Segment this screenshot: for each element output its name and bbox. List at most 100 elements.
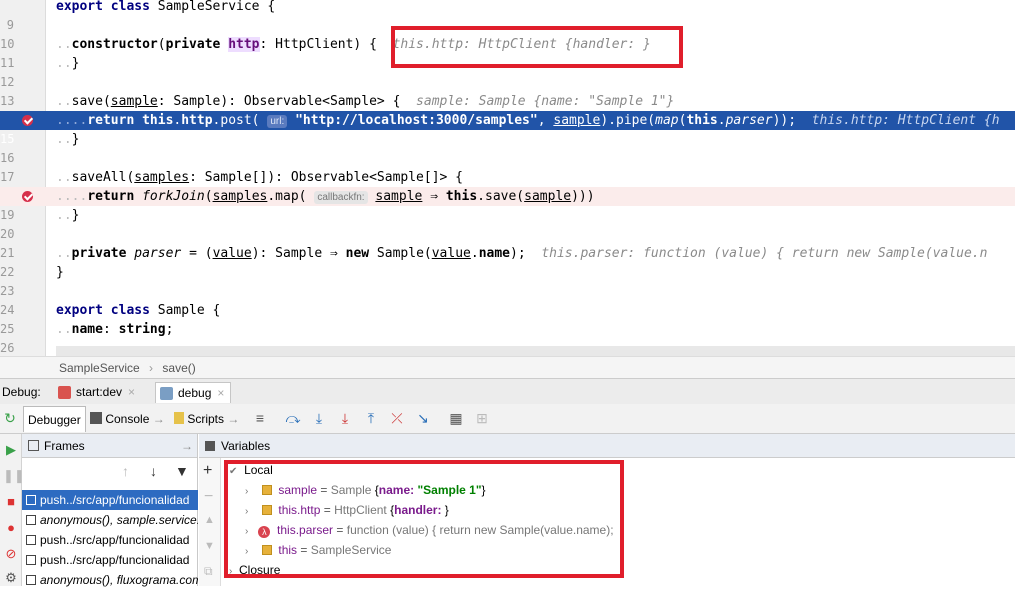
annotation-box xyxy=(224,460,624,578)
copy-icon[interactable]: ⧉ xyxy=(204,564,213,579)
code-line: 16 ..} xyxy=(0,130,1015,165)
variables-actions-strip: + − ▲ ▼ ⧉ xyxy=(199,458,221,586)
evaluate-icon[interactable]: ▦ xyxy=(448,410,464,426)
code-line: 18 ..saveAll(samples: Sample[]): Observa… xyxy=(0,168,1015,203)
frame-item[interactable]: anonymous(), fluxograma.com xyxy=(22,570,198,590)
trace-icon[interactable]: ⊞ xyxy=(474,410,490,426)
frame-label: push../src/app/funcionalidad xyxy=(40,553,190,567)
filter-icon[interactable]: ▼ xyxy=(175,463,189,479)
arrow-up-icon[interactable]: ↑ xyxy=(122,463,129,479)
npm-icon xyxy=(58,386,71,399)
inline-value-hint: sample: Sample {name: "Sample 1"} xyxy=(416,94,675,109)
code-line: 26 ..name: string; xyxy=(0,320,1015,355)
drop-frame-icon[interactable]: ⤫ xyxy=(389,410,405,426)
rerun-icon[interactable]: ↻ xyxy=(2,410,18,426)
frames-icon xyxy=(28,440,39,451)
close-icon[interactable]: × xyxy=(217,386,224,400)
pin-icon[interactable]: → xyxy=(181,434,193,458)
step-into-icon[interactable]: ⤓ xyxy=(311,410,327,426)
breadcrumb-item[interactable]: save() xyxy=(162,361,195,375)
scripts-icon xyxy=(174,412,184,424)
mute-breakpoints-icon[interactable]: ⊘ xyxy=(3,546,19,562)
frames-toolbar: ↑ ↓ ▼ xyxy=(22,458,198,486)
resume-icon[interactable]: ▶ xyxy=(3,442,19,458)
menu-icon[interactable]: ≡ xyxy=(252,410,268,426)
code-line: 9 export class SampleService { xyxy=(0,0,1015,32)
tab-label: start:dev xyxy=(76,385,123,399)
frame-label: push../src/app/funcionalidad xyxy=(40,533,190,547)
variables-icon xyxy=(205,441,215,451)
annotation-box xyxy=(391,26,683,68)
frame-icon xyxy=(26,555,36,565)
debug-tool-window-bar: Debug: start:dev × debug × xyxy=(0,378,1015,404)
frame-item[interactable]: anonymous(), sample.service. xyxy=(22,510,198,530)
stop-icon[interactable]: ■ xyxy=(3,494,19,510)
move-up-icon[interactable]: ▲ xyxy=(204,514,215,526)
frame-label: anonymous(), sample.service. xyxy=(40,513,198,527)
frames-header: Frames → xyxy=(22,434,197,458)
force-step-into-icon[interactable]: ⤓ xyxy=(337,410,353,426)
inline-value-hint: this.parser: function (value) { return n… xyxy=(541,246,988,261)
frame-icon xyxy=(26,575,36,585)
variables-panel: Variables + − ▲ ▼ ⧉ ✔ Local › sample = S… xyxy=(199,434,1015,586)
console-icon xyxy=(90,412,102,424)
settings-icon[interactable]: ⚙ xyxy=(3,570,19,586)
current-execution-line: 15 ....return this.http.post( url: "http… xyxy=(0,111,1015,146)
tab-label: debug xyxy=(178,386,212,400)
tab-console[interactable]: Console → xyxy=(86,406,169,432)
tab-debugger[interactable]: Debugger xyxy=(23,406,86,432)
tab-label: Scripts xyxy=(187,412,225,426)
tab-label: Console xyxy=(105,412,150,426)
remove-watch-icon[interactable]: − xyxy=(204,488,213,506)
breadcrumb: SampleService › save() xyxy=(0,356,1015,378)
breakpoint-icon[interactable] xyxy=(22,191,33,202)
code-line: 17 xyxy=(0,149,1015,184)
debug-config-icon xyxy=(160,387,173,400)
tab-debug[interactable]: debug × xyxy=(155,382,232,403)
code-line: 24 xyxy=(0,282,1015,317)
code-line: 25 export class Sample { xyxy=(0,301,1015,336)
arrow-down-icon[interactable]: ↓ xyxy=(150,463,157,479)
frame-icon xyxy=(26,495,36,505)
view-breakpoints-icon[interactable]: ● xyxy=(3,520,19,536)
tab-start-dev[interactable]: start:dev × xyxy=(54,382,141,403)
frame-item[interactable]: push../src/app/funcionalidad xyxy=(22,490,198,510)
frame-label: anonymous(), fluxograma.com xyxy=(40,573,198,587)
panel-title: Frames xyxy=(44,439,85,453)
step-over-icon[interactable]: ⤼ xyxy=(285,410,301,426)
param-hint: url: xyxy=(267,115,288,128)
breadcrumb-item[interactable]: SampleService xyxy=(59,361,140,375)
debug-label: Debug: xyxy=(2,385,41,399)
code-line: 13 xyxy=(0,73,1015,108)
horizontal-scrollbar[interactable] xyxy=(56,346,1015,356)
frame-icon xyxy=(26,535,36,545)
debugger-toolbar: ↻ Debugger Console → Scripts → ≡ ⤼ ⤓ ⤓ ⤒… xyxy=(0,404,1015,434)
add-watch-icon[interactable]: + xyxy=(203,462,212,480)
code-line: 14 ..save(sample: Sample): Observable<Sa… xyxy=(0,92,1015,127)
url-string: "http://localhost:3000/samples" xyxy=(295,113,538,128)
frame-item[interactable]: push../src/app/funcionalidad xyxy=(22,530,198,550)
param-hint: callbackfn: xyxy=(314,191,368,204)
chevron-right-icon: › xyxy=(149,361,154,375)
code-line: 22 ..private parser = (value): Sample ⇒ … xyxy=(0,244,1015,279)
code-line: 19 ....return forkJoin(samples.map( call… xyxy=(0,187,1015,222)
step-out-icon[interactable]: ⤒ xyxy=(363,410,379,426)
inline-value-hint: this.http: HttpClient {h xyxy=(811,113,1000,128)
frame-icon xyxy=(26,515,36,525)
panel-title: Variables xyxy=(221,439,271,453)
variables-header: Variables xyxy=(199,434,1015,458)
debug-actions-strip: ▶ ❚❚ ■ ● ⊘ ⚙ xyxy=(0,434,25,586)
frames-panel: Frames → ↑ ↓ ▼ push../src/app/funcionali… xyxy=(22,434,198,587)
code-line: 21 xyxy=(0,225,1015,260)
pause-icon[interactable]: ❚❚ xyxy=(3,468,25,484)
breakpoint-icon[interactable] xyxy=(22,115,33,126)
code-line: 23 } xyxy=(0,263,1015,298)
run-to-cursor-icon[interactable]: ↘ xyxy=(415,410,431,426)
code-editor[interactable]: 9 export class SampleService { 10 11 ..c… xyxy=(0,0,1015,356)
tab-scripts[interactable]: Scripts → xyxy=(170,406,243,432)
close-icon[interactable]: × xyxy=(128,385,135,399)
move-down-icon[interactable]: ▼ xyxy=(204,540,215,552)
tab-label: Debugger xyxy=(28,413,81,427)
code-line: 20 ..} xyxy=(0,206,1015,241)
frame-item[interactable]: push../src/app/funcionalidad xyxy=(22,550,198,570)
